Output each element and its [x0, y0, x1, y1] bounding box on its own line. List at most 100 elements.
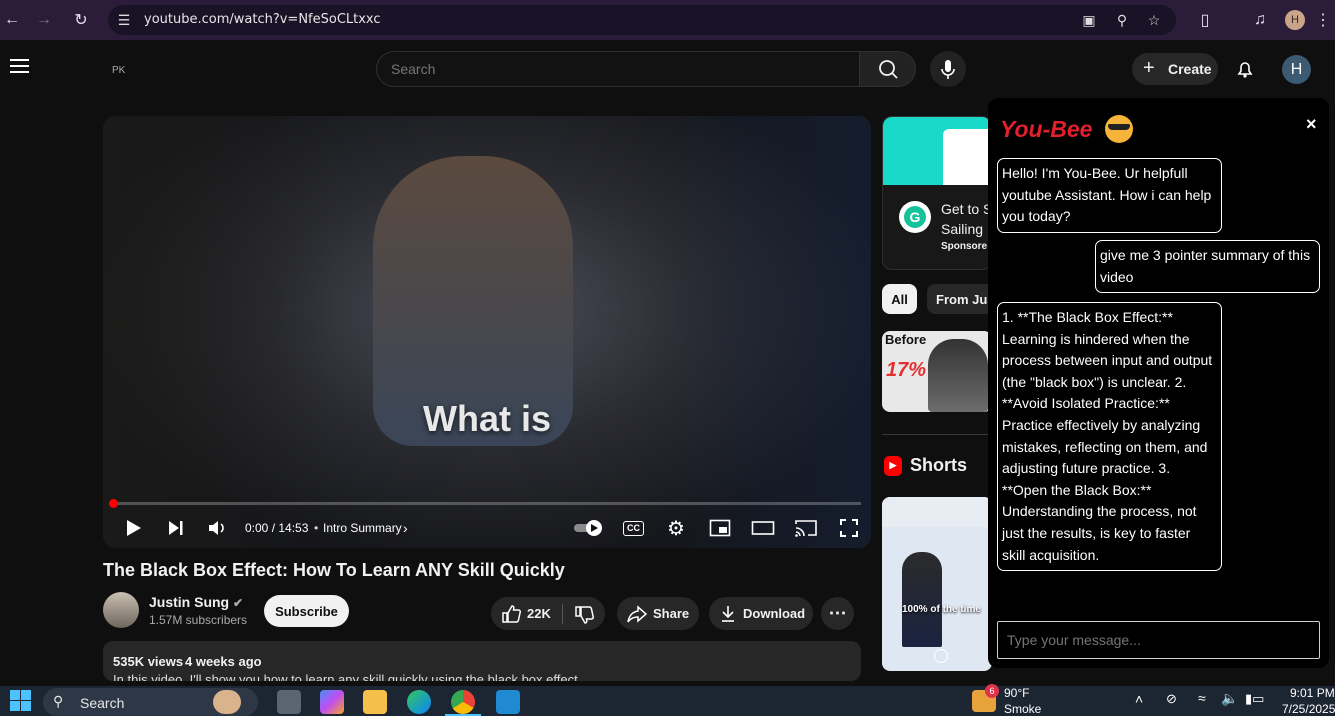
close-icon[interactable]: × — [1306, 114, 1317, 135]
view-count: 535K views — [113, 654, 184, 669]
file-explorer-icon[interactable] — [363, 690, 387, 714]
reload-icon[interactable]: ↻ — [69, 8, 93, 32]
description-box[interactable]: 535K views 4 weeks ago In this video, I'… — [103, 641, 861, 681]
create-label: Create — [1168, 61, 1212, 77]
short-person — [902, 552, 942, 647]
copilot-icon[interactable] — [320, 690, 344, 714]
channel-name-text[interactable]: Justin Sung — [149, 594, 229, 610]
time-display: 0:00 / 14:53 — [245, 521, 309, 535]
sunglasses-emoji-icon — [1105, 115, 1133, 143]
chip-all[interactable]: All — [882, 284, 917, 314]
search-button[interactable] — [859, 51, 916, 87]
subscribe-button[interactable]: Subscribe — [264, 595, 349, 627]
short-video-card[interactable]: 100% of the time — [882, 497, 992, 671]
clock-time[interactable]: 9:01 PM — [1290, 686, 1335, 700]
channel-name[interactable]: Justin Sung ✔ — [149, 594, 243, 610]
vscode-icon[interactable] — [496, 690, 520, 714]
chevron-up-icon[interactable]: ˄ — [1135, 691, 1143, 707]
country-code: PK — [112, 65, 126, 76]
video-player[interactable]: What is 0:00 / 14:53 • Intro Summary › C… — [103, 116, 871, 548]
chrome-browser-icon[interactable] — [451, 690, 475, 714]
short-channel-logo-icon — [934, 649, 948, 663]
more-actions-icon[interactable]: ⋯ — [821, 597, 854, 630]
wifi-icon[interactable]: ≈ — [1198, 690, 1206, 706]
chat-message-input[interactable] — [997, 621, 1320, 659]
chapter-title[interactable]: Intro Summary — [323, 516, 402, 540]
media-control-icon[interactable]: ♫ — [1248, 8, 1272, 32]
subscriber-count: 1.57M subscribers — [149, 613, 248, 627]
ad-text-line1: Get to S — [941, 201, 992, 217]
chat-message-bot: 1. **The Black Box Effect:** Learning is… — [997, 302, 1222, 572]
weather-badge: 6 — [985, 684, 999, 698]
speaker-icon[interactable]: 🔈 — [1221, 690, 1238, 707]
ad-text-line2: Sailing — [941, 221, 984, 237]
captions-cc-icon[interactable]: CC — [623, 516, 644, 540]
back-icon[interactable]: ← — [0, 8, 24, 32]
download-button[interactable]: Download — [709, 597, 813, 630]
download-icon — [720, 605, 736, 626]
progress-scrubber[interactable] — [109, 499, 118, 508]
channel-avatar[interactable] — [103, 592, 139, 628]
fullscreen-icon[interactable] — [839, 516, 859, 540]
progress-bar[interactable] — [113, 502, 861, 505]
voice-search-button[interactable] — [930, 51, 966, 87]
taskbar-search[interactable]: ⚲ Search — [43, 688, 258, 716]
search-box[interactable] — [376, 51, 860, 87]
address-bar[interactable]: ☰ youtube.com/watch?v=NfeSoCLtxxc ▣ ⚲ ☆ — [108, 5, 1176, 35]
search-icon — [879, 60, 898, 79]
chip-from-channel[interactable]: From Jus — [927, 284, 997, 314]
search-icon: ⚲ — [53, 693, 64, 709]
temperature[interactable]: 90°F — [1004, 686, 1029, 700]
profile-avatar[interactable]: H — [1285, 10, 1305, 30]
location-off-icon[interactable]: ⊘ — [1166, 691, 1177, 707]
task-view-icon[interactable] — [277, 690, 301, 714]
verified-check-icon: ✔ — [233, 596, 244, 610]
url-text[interactable]: youtube.com/watch?v=NfeSoCLtxxc — [144, 12, 381, 27]
sponsored-ad-card[interactable]: G Get to S Sailing Sponsore — [882, 116, 992, 270]
volume-icon[interactable] — [207, 516, 229, 540]
ad-sponsored-label: Sponsore — [941, 241, 988, 252]
settings-gear-icon[interactable]: ⚙ — [667, 516, 685, 540]
weather-condition[interactable]: Smoke — [1004, 702, 1041, 716]
chevron-right-icon[interactable]: › — [403, 516, 408, 540]
zoom-icon[interactable]: ⚲ — [1112, 10, 1132, 30]
plus-icon: + — [1143, 57, 1155, 79]
upload-age: 4 weeks ago — [185, 654, 262, 669]
theater-mode-icon[interactable] — [751, 516, 775, 540]
next-icon[interactable] — [166, 516, 186, 540]
cast-icon[interactable] — [794, 516, 818, 540]
account-avatar[interactable]: H — [1282, 55, 1311, 84]
share-button[interactable]: Share — [617, 597, 699, 630]
forward-icon[interactable]: → — [32, 8, 56, 32]
hamburger-menu-icon[interactable] — [10, 59, 29, 73]
play-icon[interactable] — [123, 516, 143, 540]
ad-mockup-image — [943, 129, 991, 185]
miniplayer-icon[interactable] — [709, 516, 731, 540]
clock-date[interactable]: 7/25/2025 — [1282, 702, 1335, 716]
battery-icon[interactable]: ▮▭ — [1245, 691, 1264, 707]
download-label: Download — [743, 606, 806, 621]
short-text-strip — [882, 497, 992, 527]
bookmark-star-icon[interactable]: ☆ — [1144, 10, 1164, 30]
thumb-person — [928, 339, 988, 412]
share-arrow-icon — [627, 605, 648, 626]
edge-browser-icon[interactable] — [407, 690, 431, 714]
install-app-icon[interactable]: ▣ — [1079, 10, 1099, 30]
notifications-bell-icon[interactable] — [1235, 59, 1255, 84]
extensions-icon[interactable]: ▯ — [1193, 8, 1217, 32]
menu-kebab-icon[interactable]: ⋮ — [1311, 8, 1335, 32]
site-info-icon[interactable]: ☰ — [114, 10, 134, 30]
thumbs-down-icon[interactable] — [574, 605, 594, 628]
like-count[interactable]: 22K — [527, 606, 551, 621]
windows-start-icon[interactable] — [10, 690, 31, 711]
ad-logo-icon: G — [899, 201, 931, 233]
create-button[interactable]: + Create — [1132, 53, 1218, 85]
thumbs-up-icon[interactable] — [501, 604, 521, 627]
shorts-logo-icon: ▶ — [884, 455, 902, 476]
video-caption: What is — [422, 398, 551, 439]
like-dislike-group: 22K — [491, 597, 605, 630]
sidebar-divider — [882, 434, 992, 435]
recommended-thumbnail[interactable]: Before 17% — [882, 331, 992, 412]
search-input[interactable] — [377, 52, 817, 86]
autoplay-toggle[interactable] — [572, 516, 606, 540]
